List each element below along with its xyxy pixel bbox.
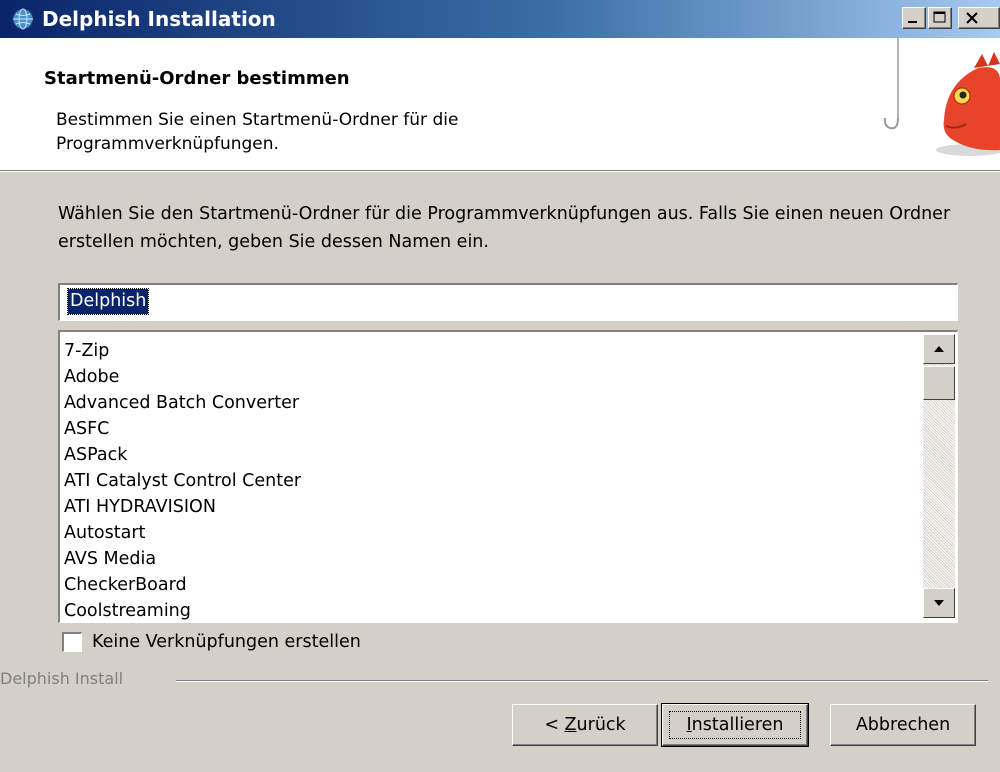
list-item[interactable]: ATI Catalyst Control Center xyxy=(64,468,924,494)
footer-divider xyxy=(176,680,988,682)
list-item[interactable]: Coolstreaming xyxy=(64,598,924,622)
minimize-icon xyxy=(908,21,917,23)
back-label-prefix: < xyxy=(544,715,565,735)
installer-brand-label: Delphish Install xyxy=(0,669,124,688)
installer-globe-icon xyxy=(12,8,34,30)
list-item[interactable]: Adobe xyxy=(64,364,924,390)
list-item[interactable]: CheckerBoard xyxy=(64,572,924,598)
vertical-scrollbar[interactable] xyxy=(923,334,955,618)
minimize-button[interactable] xyxy=(902,7,926,29)
install-button[interactable]: Installieren xyxy=(661,703,809,747)
close-icon xyxy=(966,12,978,24)
installer-window: Delphish Installation Startmenü-Ordner b… xyxy=(0,0,1000,772)
fish-hook-logo-icon xyxy=(883,38,1000,156)
folder-input-selection: Delphish xyxy=(66,288,150,315)
arrow-up-icon xyxy=(934,346,944,352)
window-title: Delphish Installation xyxy=(42,7,276,31)
arrow-down-icon xyxy=(934,600,944,606)
list-item[interactable]: ATI HYDRAVISION xyxy=(64,494,924,520)
list-item[interactable]: ASFC xyxy=(64,416,924,442)
scroll-up-button[interactable] xyxy=(923,334,955,364)
page-subtitle: Bestimmen Sie einen Startmenü-Ordner für… xyxy=(56,110,459,154)
back-button[interactable]: < Zurück xyxy=(512,704,658,746)
list-item[interactable]: 7-Zip xyxy=(64,338,924,364)
scroll-thumb[interactable] xyxy=(923,366,955,400)
instructions-text: Wählen Sie den Startmenü-Ordner für die … xyxy=(58,204,951,252)
page-title: Startmenü-Ordner bestimmen xyxy=(44,68,350,89)
title-bar[interactable]: Delphish Installation xyxy=(0,0,1000,38)
no-shortcuts-label[interactable]: Keine Verknüpfungen erstellen xyxy=(92,630,361,654)
list-item[interactable]: Advanced Batch Converter xyxy=(64,390,924,416)
maximize-button[interactable] xyxy=(928,7,952,29)
list-item[interactable]: Autostart xyxy=(64,520,924,546)
maximize-icon xyxy=(933,11,946,23)
wizard-header: Startmenü-Ordner bestimmen Bestimmen Sie… xyxy=(0,38,1000,172)
scroll-down-button[interactable] xyxy=(923,588,955,618)
focus-rectangle xyxy=(669,711,801,739)
folder-listbox[interactable]: 7-Zip Adobe Advanced Batch Converter ASF… xyxy=(58,330,958,623)
no-shortcuts-checkbox[interactable] xyxy=(62,632,82,652)
list-item[interactable]: AVS Media xyxy=(64,546,924,572)
back-accelerator: Z xyxy=(564,715,577,735)
cancel-button[interactable]: Abbrechen xyxy=(830,704,976,746)
back-label-rest: urück xyxy=(576,715,626,735)
list-item[interactable]: ASPack xyxy=(64,442,924,468)
folder-list-items: 7-Zip Adobe Advanced Batch Converter ASF… xyxy=(64,338,924,622)
start-menu-folder-input[interactable] xyxy=(58,283,958,321)
close-button[interactable] xyxy=(958,7,1000,29)
